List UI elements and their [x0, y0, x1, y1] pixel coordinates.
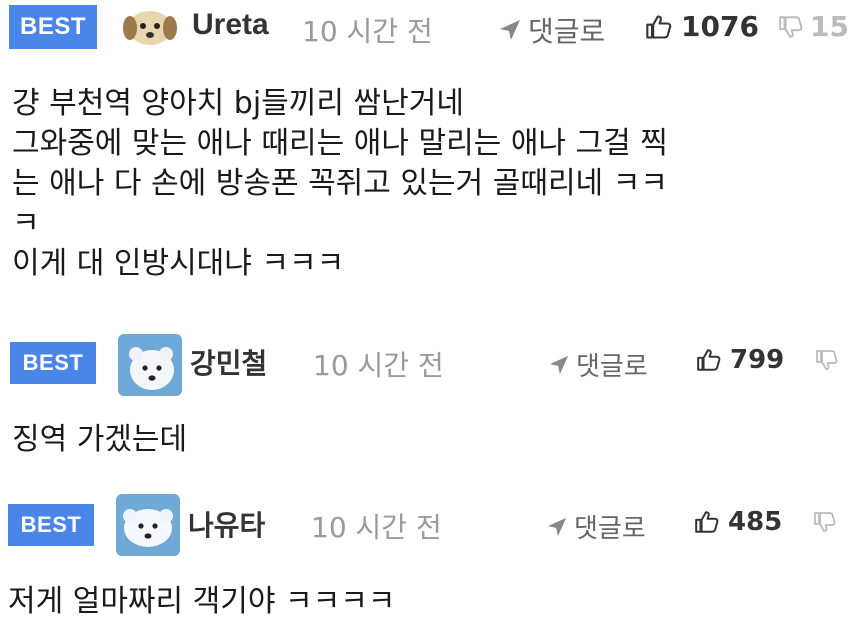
- timestamp: 10 시간 전: [311, 511, 442, 544]
- arrow-icon: [549, 355, 569, 374]
- comment-line: ㅋ: [12, 206, 40, 241]
- author-name[interactable]: Ureta: [192, 8, 269, 42]
- reply-button[interactable]: 댓글로: [498, 10, 605, 50]
- comment-line: 저게 얼마짜리 객기야 ㅋㅋㅋㅋ: [8, 584, 396, 619]
- comment-3: BEST 나유타 10 시간 전 댓글로 485 저게 얼마짜리 객기야 ㅋㅋㅋ…: [0, 492, 857, 634]
- timestamp: 10 시간 전: [302, 15, 433, 48]
- author-name[interactable]: 나유타: [188, 504, 265, 544]
- best-badge: BEST: [8, 504, 94, 546]
- thumbs-up-icon: [697, 349, 721, 371]
- like-button[interactable]: 1076: [645, 10, 759, 43]
- like-count: 1076: [681, 10, 759, 43]
- reply-label: 댓글로: [576, 352, 648, 382]
- like-count: 485: [728, 507, 783, 537]
- reply-label: 댓글로: [574, 514, 646, 544]
- polar-bear-avatar-icon: [116, 494, 180, 556]
- comment-line: 이게 대 인방시대냐 ㅋㅋㅋ: [12, 246, 345, 281]
- thumbs-up-icon: [646, 14, 672, 39]
- timestamp: 10 시간 전: [313, 349, 444, 382]
- dislike-count: 15: [810, 10, 849, 43]
- reply-button[interactable]: 댓글로: [546, 508, 646, 545]
- puppy-avatar-icon: [123, 11, 177, 45]
- best-badge: BEST: [9, 5, 97, 49]
- reply-label: 댓글로: [528, 15, 606, 48]
- comment-line: 는 애나 다 손에 방송폰 꼭쥐고 있는거 골때리네 ㅋㅋ: [12, 166, 668, 201]
- avatar: [118, 334, 182, 396]
- comment-line: 걍 부천역 양아치 bj들끼리 쌈난거네: [12, 86, 464, 121]
- like-button[interactable]: 799: [696, 345, 784, 375]
- comment-body: 징역 가겠는데: [12, 420, 847, 460]
- thumbs-up-icon: [695, 511, 719, 533]
- thumbs-down-icon: [779, 15, 803, 38]
- dislike-button[interactable]: [813, 510, 837, 534]
- dislike-button[interactable]: [815, 348, 839, 372]
- like-button[interactable]: 485: [694, 507, 782, 537]
- dislike-button[interactable]: 15: [778, 10, 849, 43]
- arrow-icon: [547, 517, 567, 536]
- comment-1: BEST Ureta 10 시간 전 댓글로 1076 15 걍 부천역 양아치…: [0, 0, 857, 320]
- comment-2: BEST 강민철 10 시간 전 댓글로 799 징역 가겠는데: [0, 330, 857, 480]
- comment-line: 그와중에 맞는 애나 때리는 애나 말리는 애나 그걸 찍: [12, 126, 668, 161]
- reply-button[interactable]: 댓글로: [548, 346, 648, 383]
- thumbs-down-icon: [814, 512, 836, 532]
- comment-body: 걍 부천역 양아치 bj들끼리 쌈난거네 그와중에 맞는 애나 때리는 애나 말…: [12, 84, 847, 284]
- best-badge: BEST: [10, 342, 96, 384]
- like-count: 799: [730, 345, 785, 375]
- arrow-icon: [500, 20, 520, 40]
- author-name[interactable]: 강민철: [190, 342, 267, 382]
- comment-line: 징역 가겠는데: [12, 422, 188, 457]
- comment-body: 저게 얼마짜리 객기야 ㅋㅋㅋㅋ: [8, 582, 847, 622]
- avatar: [122, 6, 178, 48]
- thumbs-down-icon: [816, 350, 838, 370]
- polar-bear-avatar-icon: [118, 334, 182, 396]
- avatar: [116, 494, 180, 556]
